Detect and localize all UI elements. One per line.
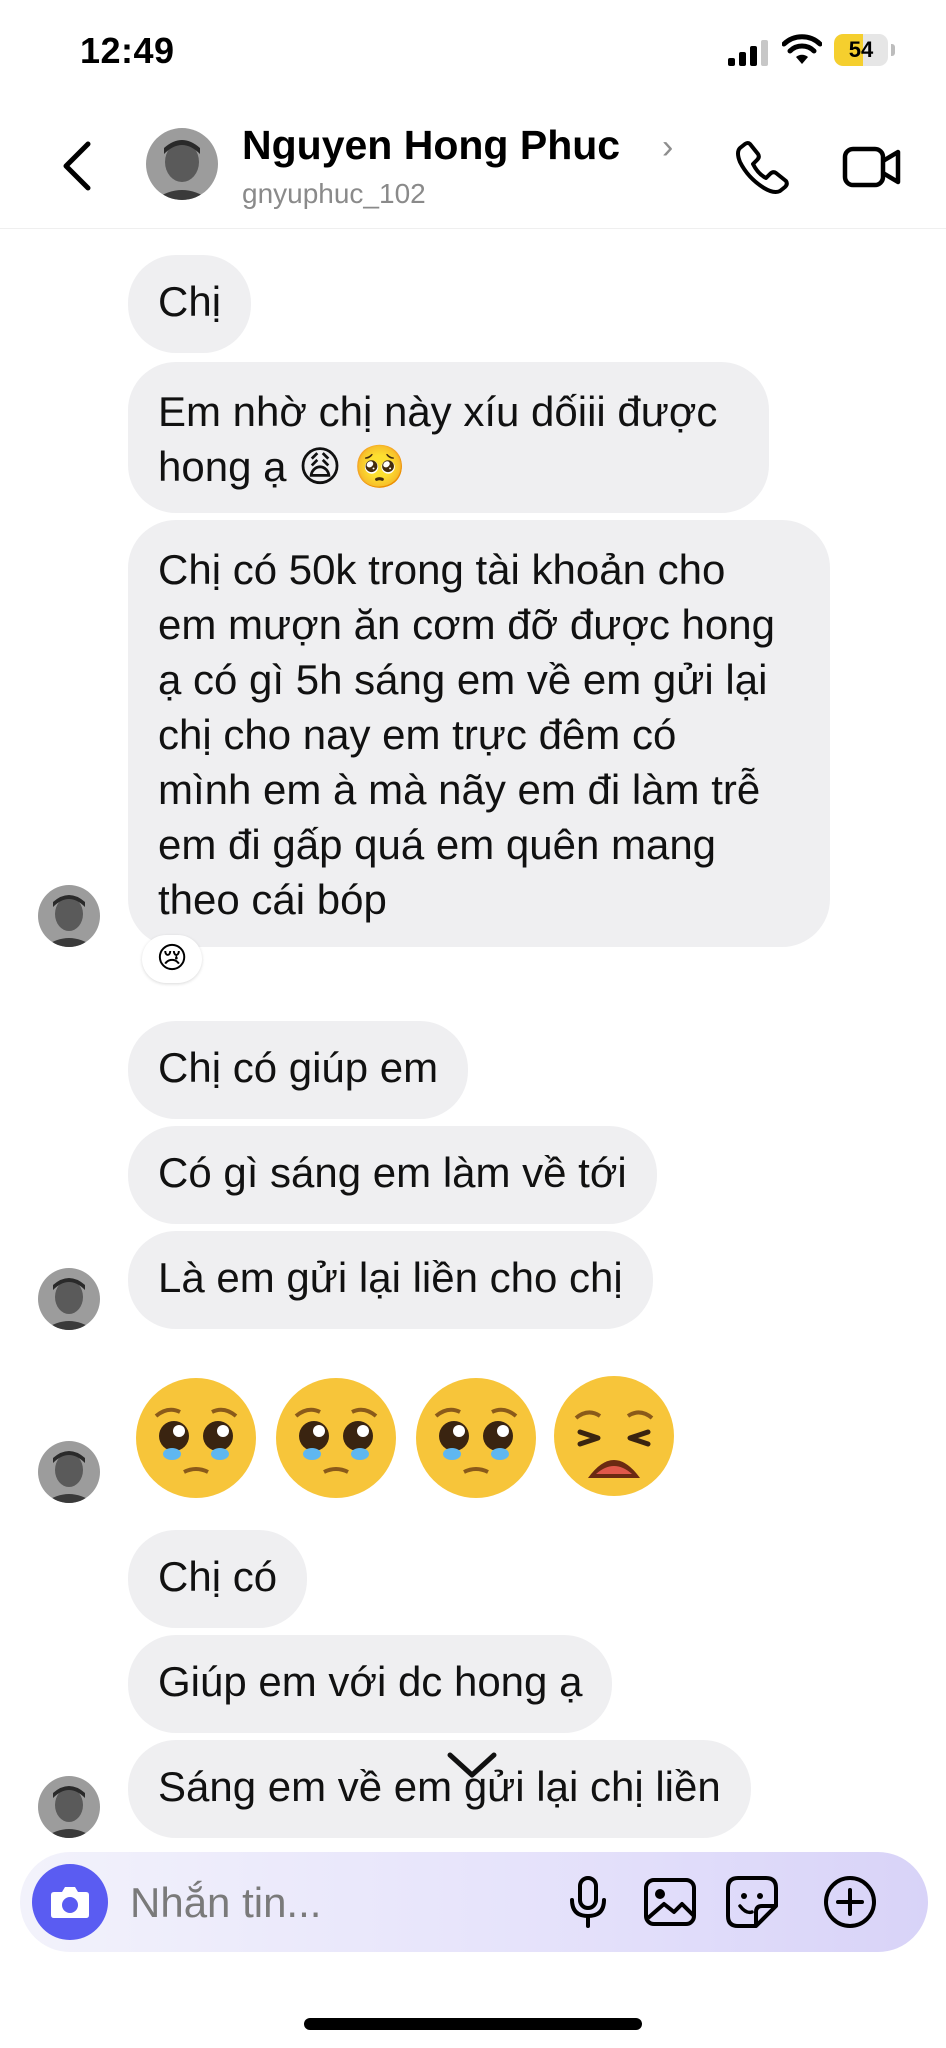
- microphone-icon[interactable]: [558, 1872, 618, 1932]
- contact-name[interactable]: Nguyen Hong Phuc: [242, 122, 620, 169]
- add-circle-icon[interactable]: [820, 1872, 880, 1932]
- message-text: Em nhờ chị này xíu dốiii được: [158, 388, 718, 435]
- video-call-icon[interactable]: [842, 144, 902, 190]
- contact-username: gnyuphuc_102: [242, 178, 426, 209]
- message-text: Chị có 50k trong tài khoản cho: [158, 546, 726, 593]
- chevron-right-icon[interactable]: ›: [662, 128, 673, 167]
- message-text: ạ có gì 5h sáng em về em gửi lại: [158, 656, 768, 703]
- message-bubble[interactable]: Chị có 50k trong tài khoản cho em mượn ă…: [128, 520, 830, 947]
- camera-button[interactable]: [32, 1864, 108, 1940]
- message-text: Có gì sáng em làm về tới: [158, 1149, 627, 1196]
- message-text: em đi gấp quá em quên mang: [158, 821, 717, 868]
- cellular-signal-icon: [728, 40, 768, 66]
- message-text: chị cho nay em trực đêm có: [158, 711, 677, 758]
- gallery-icon[interactable]: [640, 1872, 700, 1932]
- sender-avatar[interactable]: [38, 1268, 100, 1330]
- status-bar: 12:49 54: [0, 0, 946, 100]
- reaction-badge[interactable]: 😢: [142, 935, 202, 983]
- home-indicator[interactable]: [304, 2018, 642, 2030]
- message-bubble[interactable]: Là em gửi lại liền cho chị: [128, 1231, 653, 1329]
- message-text: Giúp em với dc hong ạ: [158, 1658, 583, 1705]
- weary-face-emoji[interactable]: [552, 1374, 676, 1498]
- camera-icon: [51, 1887, 89, 1918]
- battery-percent: 54: [848, 37, 874, 62]
- sender-avatar[interactable]: [38, 885, 100, 947]
- pleading-face-emoji[interactable]: [414, 1376, 538, 1500]
- phone-call-icon[interactable]: [736, 140, 790, 194]
- message-text: Là em gửi lại liền cho chị: [158, 1254, 623, 1301]
- scroll-down-chevron-icon[interactable]: [444, 1745, 500, 1785]
- message-bubble[interactable]: Giúp em với dc hong ạ: [128, 1635, 613, 1733]
- message-text: Chị có giúp em: [158, 1044, 439, 1091]
- message-text: theo cái bóp: [158, 876, 387, 923]
- chat-header: Nguyen Hong Phuc › gnyuphuc_102: [0, 100, 946, 229]
- contact-avatar[interactable]: [146, 128, 218, 200]
- message-text: mình em à mà nãy em đi làm trễ: [158, 766, 761, 813]
- message-text: Chị có: [158, 1553, 278, 1600]
- message-text: em mượn ăn cơm đỡ được hong: [158, 601, 775, 648]
- message-text: Sáng em về em gửi lại chị liền: [158, 1763, 721, 1810]
- pleading-face-emoji[interactable]: [274, 1376, 398, 1500]
- message-bubble[interactable]: Sáng em về em gửi lại chị liền: [128, 1740, 751, 1838]
- sticker-icon[interactable]: [722, 1872, 782, 1932]
- message-bubble[interactable]: Chị có giúp em: [128, 1021, 469, 1119]
- message-bubble[interactable]: Chị: [128, 255, 252, 353]
- message-bubble[interactable]: Chị có: [128, 1530, 308, 1628]
- message-text: Chị: [158, 278, 222, 325]
- battery-icon: 54: [834, 34, 896, 66]
- message-input[interactable]: [128, 1870, 552, 1936]
- wifi-icon: [782, 34, 822, 64]
- status-time: 12:49: [80, 30, 175, 71]
- sender-avatar[interactable]: [38, 1441, 100, 1503]
- message-bubble[interactable]: Em nhờ chị này xíu dốiii được hong ạ 😩 🥺: [128, 362, 769, 513]
- message-bubble[interactable]: Có gì sáng em làm về tới: [128, 1126, 657, 1224]
- pleading-face-emoji[interactable]: [134, 1376, 258, 1500]
- message-text: hong ạ 😩 🥺: [158, 443, 406, 490]
- message-composer: [20, 1852, 928, 1952]
- back-chevron-icon[interactable]: [58, 138, 98, 194]
- sender-avatar[interactable]: [38, 1776, 100, 1838]
